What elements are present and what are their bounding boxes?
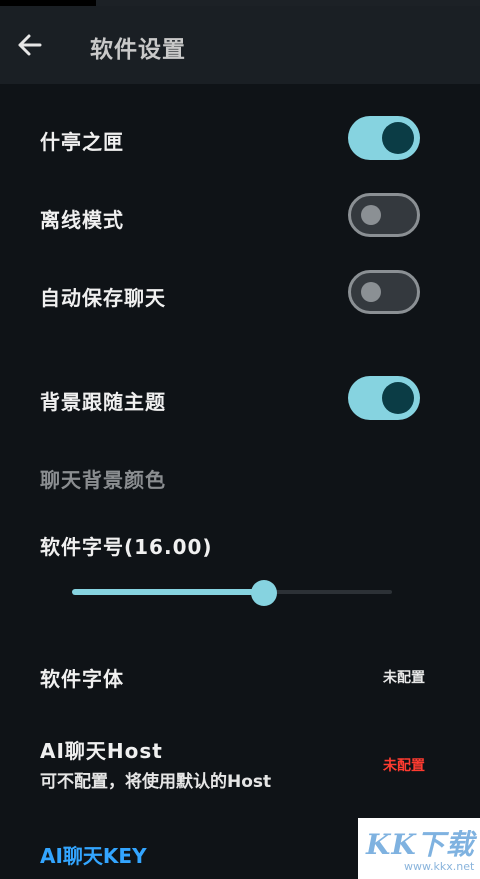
setting-font-value[interactable]: 未配置 <box>383 667 425 687</box>
setting-ai-host-label[interactable]: AI聊天Host <box>40 735 163 764</box>
setting-ai-host-value[interactable]: 未配置 <box>383 755 425 775</box>
setting-font-label[interactable]: 软件字体 <box>40 663 124 692</box>
page-title: 软件设置 <box>90 37 186 63</box>
setting-ai-key-label[interactable]: AI聊天KEY <box>40 840 147 869</box>
setting-chat-bg-color: 聊天背景颜色 <box>40 468 166 492</box>
setting-bg-follow-theme-label: 背景跟随主题 <box>40 390 166 414</box>
watermark-logo: KK下载 <box>366 828 475 861</box>
slider-fill <box>72 589 264 595</box>
setting-font-size-label: 软件字号(16.00) <box>40 535 213 559</box>
watermark-url: www.kkx.net <box>404 860 475 873</box>
toggle-knob <box>382 122 414 154</box>
setting-ai-host-subtitle: 可不配置，将使用默认的Host <box>40 772 272 792</box>
font-size-slider[interactable] <box>72 580 392 606</box>
setting-autosave-label: 自动保存聊天 <box>40 286 166 310</box>
toggle-knob <box>382 382 414 414</box>
setting-offline-toggle[interactable] <box>348 193 420 237</box>
setting-shiheng-label: 什亭之匣 <box>40 130 124 154</box>
app-bar: 软件设置 <box>0 6 480 84</box>
toggle-knob <box>361 205 381 225</box>
settings-screen: 软件设置 什亭之匣 离线模式 自动保存聊天 背景跟随主题 聊天背景颜色 软件字号… <box>0 0 480 879</box>
slider-thumb[interactable] <box>251 580 277 606</box>
toggle-knob <box>361 282 381 302</box>
watermark: KK下载 www.kkx.net <box>358 818 480 879</box>
setting-offline-label: 离线模式 <box>40 208 124 232</box>
arrow-left-icon <box>18 34 42 56</box>
setting-shiheng-toggle[interactable] <box>348 116 420 160</box>
setting-bg-follow-theme-toggle[interactable] <box>348 376 420 420</box>
back-button[interactable] <box>10 26 48 64</box>
setting-autosave-toggle[interactable] <box>348 270 420 314</box>
